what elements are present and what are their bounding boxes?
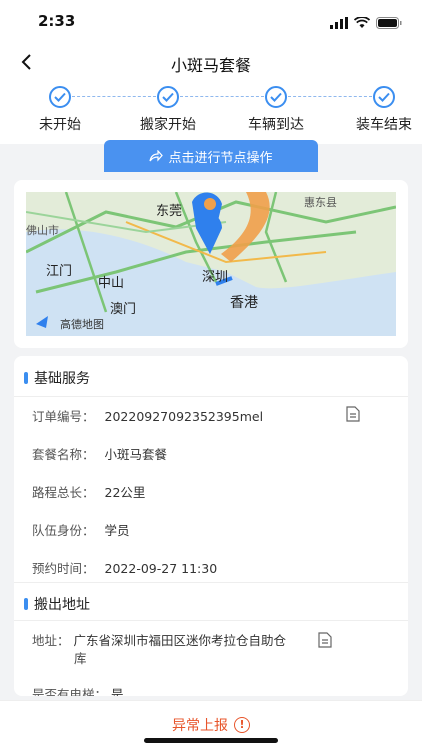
basic-service-section-title: 基础服务: [24, 368, 90, 388]
row-key: 路程总长：: [32, 485, 95, 500]
order-number-row: 订单编号： 20220927092352395mel: [32, 406, 263, 425]
team-role-row: 队伍身份： 学员: [32, 520, 130, 539]
page-title: 小斑马套餐: [170, 56, 251, 75]
address-value: 广东省深圳市福田区迷你考拉仓自助仓: [73, 633, 287, 648]
step-label: 未开始: [39, 117, 81, 133]
row-key: 订单编号：: [32, 409, 95, 424]
row-value: 学员: [104, 523, 130, 538]
map-attribution: 高德地图: [60, 318, 104, 331]
step-vehicle-arrived: 车辆到达: [226, 86, 326, 134]
copy-doc-icon[interactable]: [318, 632, 332, 648]
navigate-arrow-icon[interactable]: [368, 690, 382, 696]
check-icon: [157, 86, 179, 108]
map-label: 江门: [46, 264, 73, 279]
check-icon: [265, 86, 287, 108]
node-action-button[interactable]: 点击进行节点操作: [104, 140, 318, 172]
signal-icon: [330, 14, 348, 33]
map-label: 澳门: [110, 302, 137, 317]
step-label: 搬家开始: [140, 117, 196, 133]
progress-steps: 未开始 搬家开始 车辆到达 装车结束: [0, 80, 422, 144]
step-label: 车辆到达: [248, 117, 304, 133]
divider: [14, 620, 408, 621]
order-number-value: 20220927092352395mel: [104, 409, 264, 424]
wifi-icon: [353, 14, 371, 33]
node-action-label: 点击进行节点操作: [168, 150, 273, 166]
map-label: 香港: [230, 295, 258, 311]
route-map[interactable]: 东莞 惠东县 佛山市 江门 中山 深圳 澳门 香港 高德地图: [26, 192, 396, 336]
check-icon: [373, 86, 395, 108]
map-label: 深圳: [202, 270, 229, 285]
step-not-started: 未开始: [10, 86, 110, 134]
row-key: 预约时间：: [32, 561, 95, 576]
row-key: 套餐名称：: [32, 447, 95, 462]
exception-report-label: 异常上报: [172, 718, 228, 734]
map-label: 中山: [98, 276, 125, 291]
section-marker: [24, 372, 28, 384]
status-time: 2:33: [38, 12, 76, 30]
map-card: 东莞 惠东县 佛山市 江门 中山 深圳 澳门 香港 高德地图: [14, 180, 408, 348]
section-title-text: 搬出地址: [34, 597, 90, 613]
divider: [14, 396, 408, 397]
nav-bar: 小斑马套餐: [0, 44, 422, 80]
row-key: 是否有电梯：: [32, 687, 108, 696]
move-out-section-title: 搬出地址: [24, 594, 90, 614]
map-label: 东莞: [156, 204, 183, 219]
map-graphic: [26, 192, 396, 336]
warning-icon: !: [234, 717, 250, 733]
exception-report-button[interactable]: 异常上报 !: [0, 715, 422, 735]
row-key: 队伍身份：: [32, 523, 95, 538]
divider: [14, 582, 408, 583]
row-value: 2022-09-27 11:30: [104, 561, 218, 576]
step-loading-finished: 装车结束: [334, 86, 422, 134]
section-marker: [24, 598, 28, 610]
elevator-row: 是否有电梯：是: [32, 684, 124, 696]
info-card: 基础服务 订单编号： 20220927092352395mel 套餐名称： 小斑马套…: [14, 356, 408, 696]
address-row: 地址： 广东省深圳市福田区迷你考拉仓自助仓 库: [32, 632, 332, 668]
distance-row: 路程总长： 22公里: [32, 482, 145, 501]
section-title-text: 基础服务: [34, 371, 90, 387]
step-label: 装车结束: [356, 117, 412, 133]
row-value: 是: [111, 687, 124, 696]
appointment-time-row: 预约时间： 2022-09-27 11:30: [32, 558, 217, 577]
check-icon: [49, 86, 71, 108]
battery-icon: [376, 14, 402, 33]
package-name-row: 套餐名称： 小斑马套餐: [32, 444, 167, 463]
row-value: 22公里: [104, 485, 146, 500]
status-bar: 2:33: [0, 0, 422, 44]
share-arrow-icon: [149, 150, 164, 162]
address-value-continued: 库: [74, 651, 87, 666]
map-label: 惠东县: [304, 196, 337, 209]
copy-doc-icon[interactable]: [346, 406, 360, 422]
row-value: 小斑马套餐: [104, 447, 168, 462]
map-label: 佛山市: [26, 224, 59, 237]
row-key: 地址：: [32, 633, 70, 648]
status-icons: [330, 14, 402, 33]
home-indicator: [144, 738, 278, 743]
step-move-start: 搬家开始: [118, 86, 218, 134]
